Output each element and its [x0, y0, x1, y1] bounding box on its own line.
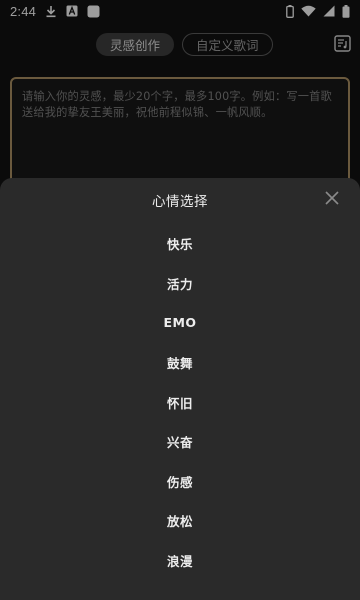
sheet-title: 心情选择 [152, 194, 208, 210]
mood-option-romantic[interactable]: 浪漫 [0, 541, 360, 581]
mood-option-nostalgic[interactable]: 怀旧 [0, 382, 360, 422]
screen: 2:44 灵感创作 自定义歌词 请输入你的灵感，最少20个字，最多100字。例如… [0, 0, 360, 600]
mood-option-emo[interactable]: EMO [0, 303, 360, 343]
mood-option-inspired[interactable]: 鼓舞 [0, 343, 360, 383]
close-icon [325, 191, 339, 205]
close-button[interactable] [322, 188, 342, 208]
mood-option-excited[interactable]: 兴奋 [0, 422, 360, 462]
mood-option-happy[interactable]: 快乐 [0, 224, 360, 264]
mood-option-energetic[interactable]: 活力 [0, 264, 360, 304]
mood-sheet: 心情选择 快乐 活力 EMO 鼓舞 怀旧 兴奋 伤感 放松 浪漫 [0, 178, 360, 600]
mood-list: 快乐 活力 EMO 鼓舞 怀旧 兴奋 伤感 放松 浪漫 [0, 224, 360, 580]
mood-option-relaxed[interactable]: 放松 [0, 501, 360, 541]
mood-option-sad[interactable]: 伤感 [0, 462, 360, 502]
